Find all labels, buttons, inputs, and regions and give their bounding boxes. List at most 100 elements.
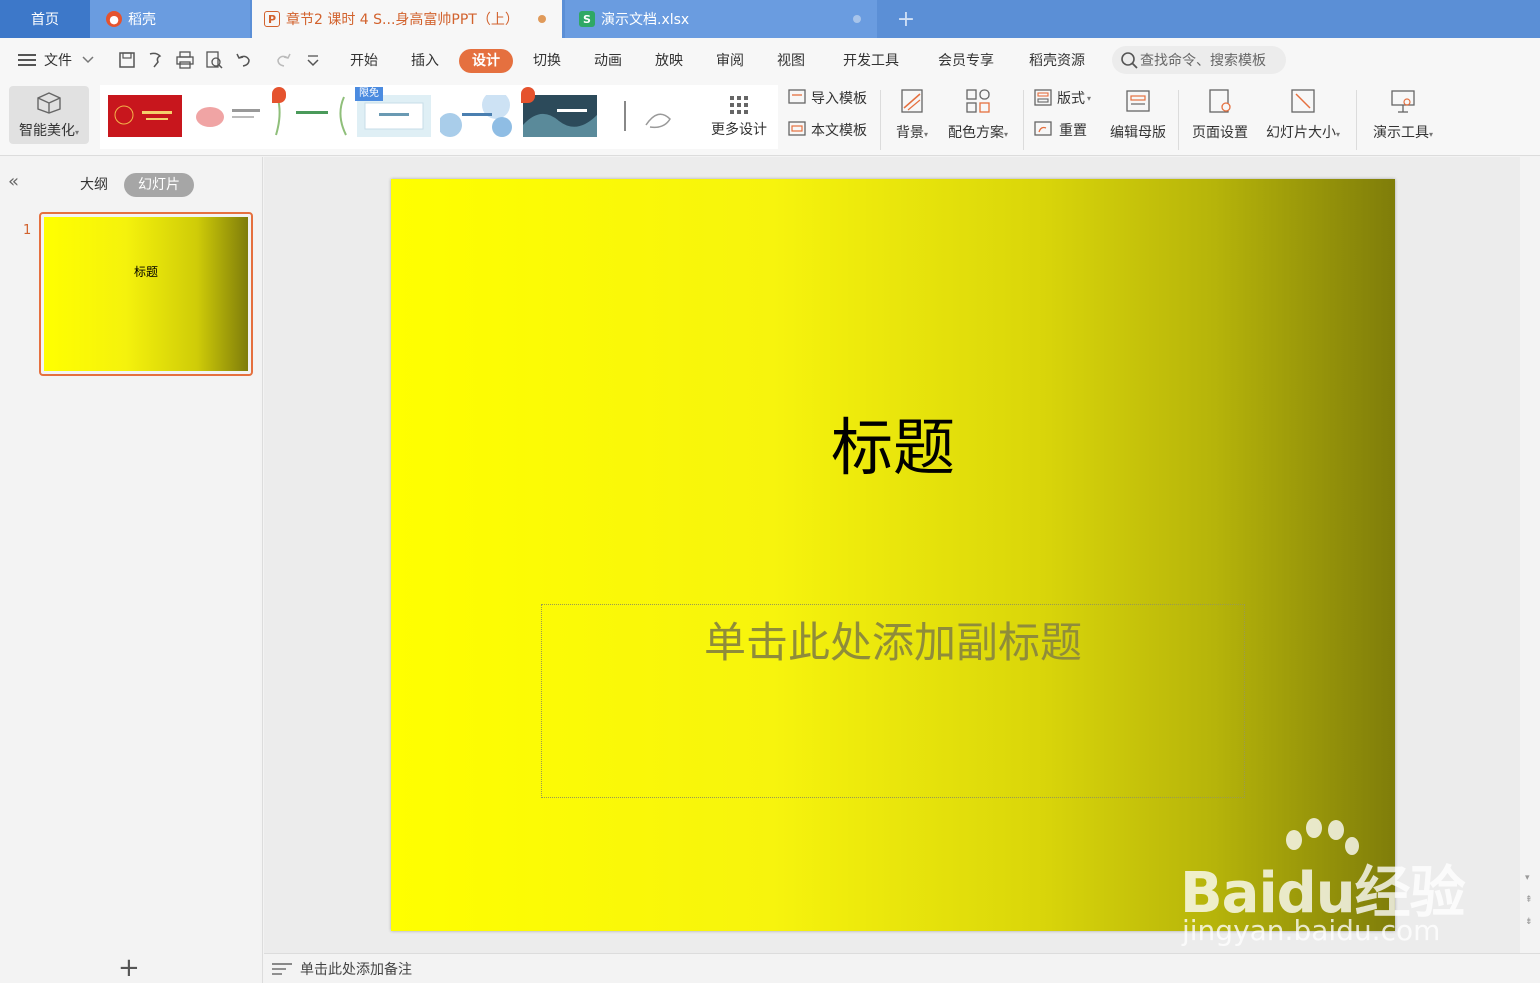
color-scheme-icon <box>966 89 990 113</box>
file-menu[interactable]: 文件 <box>18 50 94 70</box>
customize-toolbar-icon[interactable] <box>303 50 323 70</box>
slide-size-label: 幻灯片大小 <box>1265 125 1336 141</box>
ribbon-separator <box>880 90 881 150</box>
tab-ppt-label: 章节2 课时 4 S...身高富帅PPT（上） <box>286 12 519 28</box>
tab-outline[interactable]: 大纲 <box>72 173 116 197</box>
import-template-icon <box>788 89 806 104</box>
slide-size-icon <box>1291 89 1315 113</box>
vertical-scrollbar[interactable]: ▾ ⇞ ⇟ <box>1520 157 1540 953</box>
tab-bar: 首页 ● 稻壳 P 章节2 课时 4 S...身高富帅PPT（上） S 演示文档… <box>0 0 1540 38</box>
menu-developer-tools[interactable]: 开发工具 <box>836 49 906 73</box>
layout-button[interactable]: 版式 ▾ <box>1033 88 1091 108</box>
background-button[interactable]: 背景▾ <box>890 86 934 142</box>
color-scheme-label: 配色方案 <box>947 125 1004 141</box>
notes-placeholder: 单击此处添加备注 <box>300 961 412 978</box>
subtitle-placeholder-box[interactable]: 单击此处添加副标题 <box>541 604 1245 798</box>
menu-design[interactable]: 设计 <box>459 49 513 73</box>
format-painter-icon[interactable] <box>146 50 166 70</box>
plus-icon: + <box>118 953 140 983</box>
scroll-down-icon[interactable]: ▾ <box>1525 873 1530 883</box>
new-tab-button[interactable]: + <box>890 0 922 38</box>
hamburger-icon <box>18 54 36 66</box>
subtitle-placeholder: 单击此处添加副标题 <box>703 618 1082 667</box>
command-search-input[interactable]: 查找命令、搜索模板 <box>1112 46 1286 74</box>
design-ribbon: 智能美化▾ 限免 更多设计 导入模板 本文模板 背景▾ 配色方案▾ 版式 ▾ 重… <box>0 82 1540 156</box>
print-preview-icon[interactable] <box>204 50 224 70</box>
tab-xlsx-document[interactable]: S 演示文档.xlsx <box>565 0 877 38</box>
import-template-label: 导入模板 <box>811 91 867 107</box>
redo-icon[interactable] <box>273 50 293 70</box>
edit-master-icon <box>1126 90 1150 112</box>
menu-start[interactable]: 开始 <box>342 49 386 73</box>
undo-icon[interactable] <box>234 50 254 70</box>
more-designs-button[interactable]: 更多设计 <box>704 95 774 139</box>
page-setup-button[interactable]: 页面设置 <box>1186 86 1254 142</box>
reset-label: 重置 <box>1059 123 1087 139</box>
ribbon-separator <box>1356 90 1357 150</box>
edit-master-label: 编辑母版 <box>1110 125 1166 141</box>
tab-ppt-document[interactable]: P 章节2 课时 4 S...身高富帅PPT（上） <box>252 0 562 38</box>
template-thumb-3[interactable] <box>272 87 348 137</box>
tab-slides[interactable]: 幻灯片 <box>124 173 194 197</box>
color-scheme-button[interactable]: 配色方案▾ <box>940 86 1016 142</box>
print-icon[interactable] <box>175 50 195 70</box>
prev-slide-icon[interactable]: ⇞ <box>1525 895 1533 905</box>
hot-badge-icon <box>521 87 535 103</box>
presentation-tools-button[interactable]: 演示工具▾ <box>1366 86 1440 142</box>
menu-insert[interactable]: 插入 <box>403 49 447 73</box>
cube-icon <box>37 92 61 114</box>
tab-home[interactable]: 首页 <box>0 0 90 38</box>
slide-thumbnail-canvas: 标题 <box>44 217 248 371</box>
slide-thumbnail-1[interactable]: 标题 <box>39 212 253 376</box>
tab-close-dot-icon[interactable] <box>853 15 861 23</box>
free-badge: 限免 <box>355 87 383 101</box>
layout-label: 版式 <box>1057 91 1085 107</box>
slide-number: 1 <box>23 223 32 238</box>
edit-master-button[interactable]: 编辑母版 <box>1104 86 1172 142</box>
import-template-button[interactable]: 导入模板 <box>787 88 867 108</box>
tab-daoke[interactable]: ● 稻壳 <box>90 0 250 38</box>
notes-icon <box>272 962 292 975</box>
template-thumb-5[interactable] <box>438 91 514 137</box>
more-designs-label: 更多设计 <box>711 122 767 138</box>
template-thumb-6[interactable] <box>521 87 597 137</box>
chevron-down-icon <box>82 56 94 64</box>
save-icon[interactable] <box>117 50 137 70</box>
slide-thumbnail-title: 标题 <box>133 265 158 279</box>
template-pink-flower-icon <box>196 107 260 127</box>
presentation-tools-icon <box>1391 90 1415 113</box>
baidu-watermark: Baidu经验 jingyan.baidu.com <box>1180 818 1470 948</box>
slide-size-button[interactable]: 幻灯片大小▾ <box>1260 86 1346 142</box>
ribbon-separator <box>1178 90 1179 150</box>
add-slide-button[interactable]: + <box>118 953 140 983</box>
next-slide-icon[interactable]: ⇟ <box>1525 917 1533 927</box>
template-ocean-photo-icon <box>523 109 597 137</box>
this-template-button[interactable]: 本文模板 <box>787 120 867 140</box>
template-thumb-4[interactable]: 限免 <box>355 87 431 137</box>
template-thumb-1[interactable] <box>108 95 182 137</box>
collapse-panel-icon[interactable]: « <box>8 171 19 192</box>
slide-title[interactable]: 标题 <box>391 397 1395 487</box>
search-placeholder: 查找命令、搜索模板 <box>1140 53 1266 69</box>
smart-beautify-button[interactable]: 智能美化▾ <box>9 86 89 144</box>
background-icon <box>901 89 923 113</box>
notes-area[interactable]: 单击此处添加备注 <box>264 953 1540 983</box>
template-red-festive-icon <box>114 105 172 125</box>
menu-animation[interactable]: 动画 <box>586 49 630 73</box>
tab-daoke-label: 稻壳 <box>128 12 156 28</box>
spreadsheet-file-icon: S <box>579 11 595 27</box>
menu-slideshow[interactable]: 放映 <box>647 49 691 73</box>
grid-icon <box>730 96 748 114</box>
menu-view[interactable]: 视图 <box>769 49 813 73</box>
menu-review[interactable]: 审阅 <box>708 49 752 73</box>
template-thumb-7[interactable] <box>606 95 680 137</box>
template-thumb-2[interactable] <box>192 95 266 137</box>
menu-daoke-resources[interactable]: 稻壳资源 <box>1022 49 1092 73</box>
menu-transition[interactable]: 切换 <box>525 49 569 73</box>
unsaved-dot-icon[interactable] <box>538 15 546 23</box>
menu-member-exclusive[interactable]: 会员专享 <box>931 49 1001 73</box>
reset-button[interactable]: 重置 <box>1033 120 1087 140</box>
page-setup-label: 页面设置 <box>1192 125 1248 141</box>
layout-icon <box>1034 89 1052 106</box>
menu-bar: 文件 开始 插入 设计 切换 动画 放映 审阅 视图 开发工具 会员专享 稻壳资… <box>0 38 1540 82</box>
